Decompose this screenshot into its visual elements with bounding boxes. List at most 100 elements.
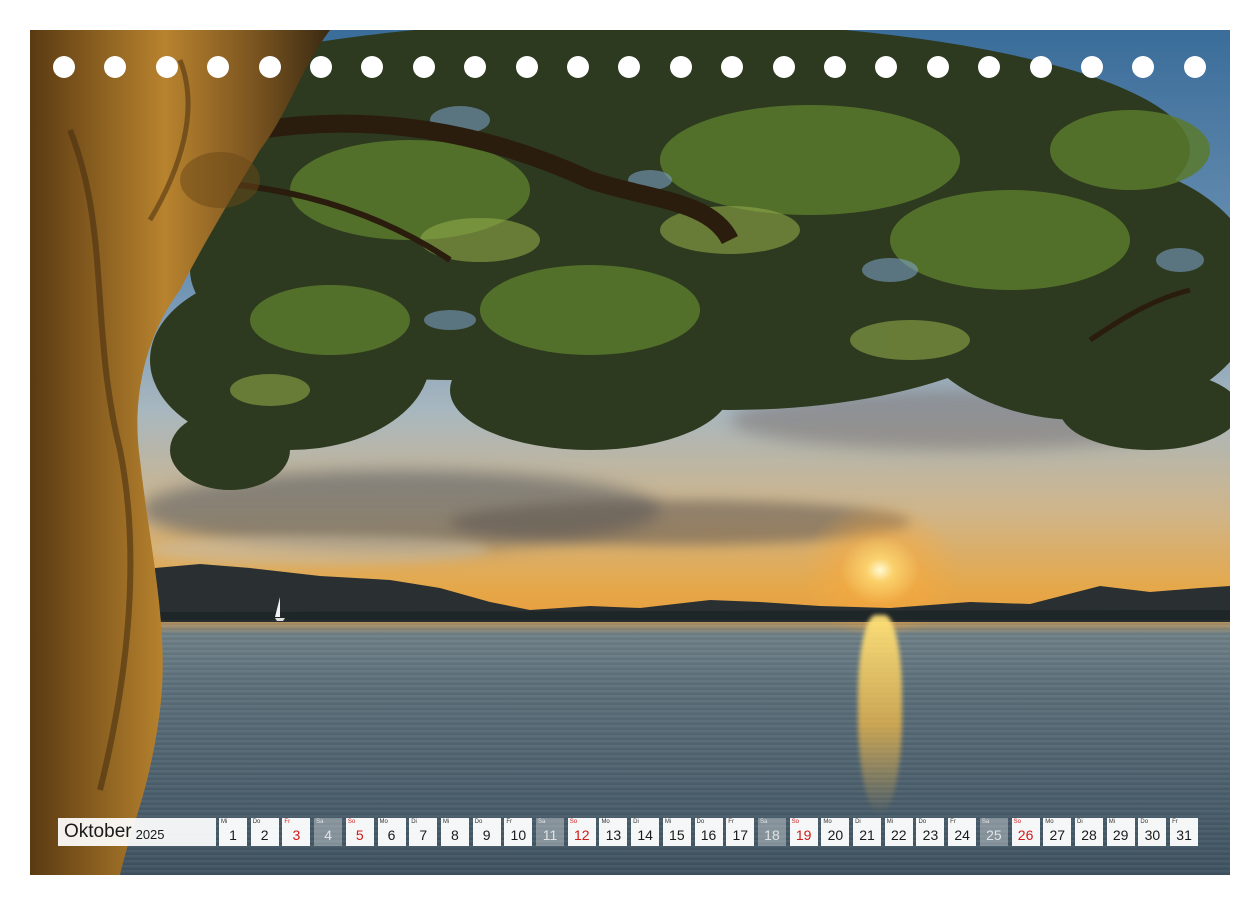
day-weekday: Mo (601, 819, 610, 825)
binding-hole (515, 56, 538, 78)
calendar-photo (30, 30, 1230, 875)
day-weekday: Fr (284, 819, 291, 825)
day-number: 5 (355, 827, 364, 843)
day-number: 6 (387, 827, 396, 843)
binding-hole (155, 56, 178, 78)
day-number: 25 (986, 827, 1002, 843)
day-weekday: Sa (316, 819, 324, 825)
binding-hole (824, 56, 846, 78)
day-cell: Mo 13 (599, 818, 628, 846)
day-cells: Mi 1 Do 2 Fr 3 Sa 4 So 5 Mo 6 Di 7 Mi 8 Do 9 Fr 10 Sa 11 So 12 M… (219, 818, 1202, 846)
day-weekday: So (347, 819, 356, 825)
day-number: 10 (510, 827, 527, 843)
day-weekday: Mi (442, 819, 450, 825)
day-cell: Mi 29 (1106, 818, 1135, 846)
day-cell: Fr 31 (1170, 818, 1199, 846)
tree-trunk (30, 30, 330, 875)
day-weekday: Do (252, 819, 261, 825)
day-number: 19 (795, 827, 812, 843)
day-number: 2 (260, 827, 269, 843)
month-year: 2025 (135, 826, 165, 842)
binding-hole (412, 56, 435, 78)
day-number: 21 (859, 827, 875, 843)
day-cell: Fr 17 (726, 818, 755, 846)
day-number: 20 (827, 827, 844, 843)
day-weekday: Di (855, 819, 861, 825)
day-weekday: Mo (379, 819, 388, 825)
day-number: 12 (573, 827, 590, 843)
day-number: 15 (669, 827, 685, 843)
day-cell: Mi 15 (662, 818, 691, 846)
day-cell: Sa 11 (536, 818, 565, 846)
day-number: 31 (1176, 827, 1192, 843)
day-number: 1 (229, 827, 237, 843)
day-cell: Di 14 (631, 818, 660, 846)
day-number: 11 (542, 827, 558, 843)
day-cell: Do 30 (1138, 818, 1167, 846)
day-weekday: Mi (886, 819, 894, 825)
day-number: 9 (482, 827, 491, 843)
binding-hole (53, 56, 75, 78)
day-number: 23 (922, 827, 939, 843)
binding-hole (567, 56, 589, 78)
day-number: 7 (419, 827, 428, 843)
day-cell: Mi 8 (440, 818, 469, 846)
day-weekday: Mo (1045, 819, 1054, 825)
binding-hole (1029, 56, 1052, 78)
day-weekday: Do (474, 819, 483, 825)
day-weekday: So (569, 819, 578, 825)
day-cell: Mo 6 (377, 818, 406, 846)
day-cell: Do 23 (916, 818, 945, 846)
day-cell: Mo 20 (821, 818, 850, 846)
day-weekday: Di (1076, 819, 1083, 825)
day-number: 26 (1017, 827, 1034, 843)
day-number: 14 (637, 827, 653, 843)
day-cell: Mi 1 (219, 818, 247, 846)
day-cell: Fr 10 (504, 818, 533, 846)
day-cell: Do 16 (694, 818, 723, 846)
binding-hole (310, 56, 332, 78)
day-number: 8 (451, 827, 459, 843)
binding-hole (258, 56, 281, 78)
day-weekday: Mi (664, 819, 672, 825)
day-cell: So 19 (789, 818, 818, 846)
day-weekday: Fr (950, 819, 956, 825)
day-number: 22 (890, 827, 907, 843)
day-number: 27 (1049, 827, 1066, 843)
calendar-strip: Oktober 2025 Mi 1 Do 2 Fr 3 Sa 4 So 5 Mo 6 Di 7 Mi 8 Do 9… (58, 818, 1202, 846)
day-weekday: Di (633, 819, 639, 825)
day-weekday: Mi (1108, 819, 1116, 825)
sun-reflection (858, 615, 902, 815)
month-name: Oktober (64, 821, 132, 842)
day-weekday: Sa (538, 819, 546, 825)
day-cell: So 26 (1011, 818, 1040, 846)
day-cell: So 5 (345, 818, 374, 846)
day-cell: Fr 3 (282, 818, 311, 846)
day-weekday: Mo (823, 819, 832, 825)
day-weekday: Fr (1172, 819, 1178, 825)
day-number: 17 (732, 827, 749, 843)
day-cell: Di 7 (409, 818, 438, 846)
day-number: 18 (764, 827, 780, 843)
binding-hole (772, 56, 795, 78)
day-cell: Mo 27 (1043, 818, 1072, 846)
day-weekday: Mi (221, 819, 228, 825)
day-cell: Sa 4 (314, 818, 343, 846)
day-weekday: Do (1140, 819, 1149, 825)
month-label: Oktober 2025 (58, 818, 216, 846)
day-cell: Do 9 (472, 818, 501, 846)
day-weekday: So (791, 819, 799, 825)
day-number: 30 (1144, 827, 1161, 843)
day-weekday: So (1013, 819, 1021, 825)
day-number: 24 (954, 827, 970, 843)
binding-hole (926, 56, 949, 78)
day-number: 28 (1081, 827, 1097, 843)
binding-hole (1081, 56, 1103, 78)
day-number: 16 (700, 827, 717, 843)
day-number: 29 (1112, 827, 1129, 843)
day-weekday: Di (411, 819, 417, 825)
day-cell: Sa 25 (979, 818, 1008, 846)
day-number: 3 (292, 827, 301, 843)
day-weekday: Fr (506, 819, 512, 825)
day-cell: So 12 (567, 818, 596, 846)
